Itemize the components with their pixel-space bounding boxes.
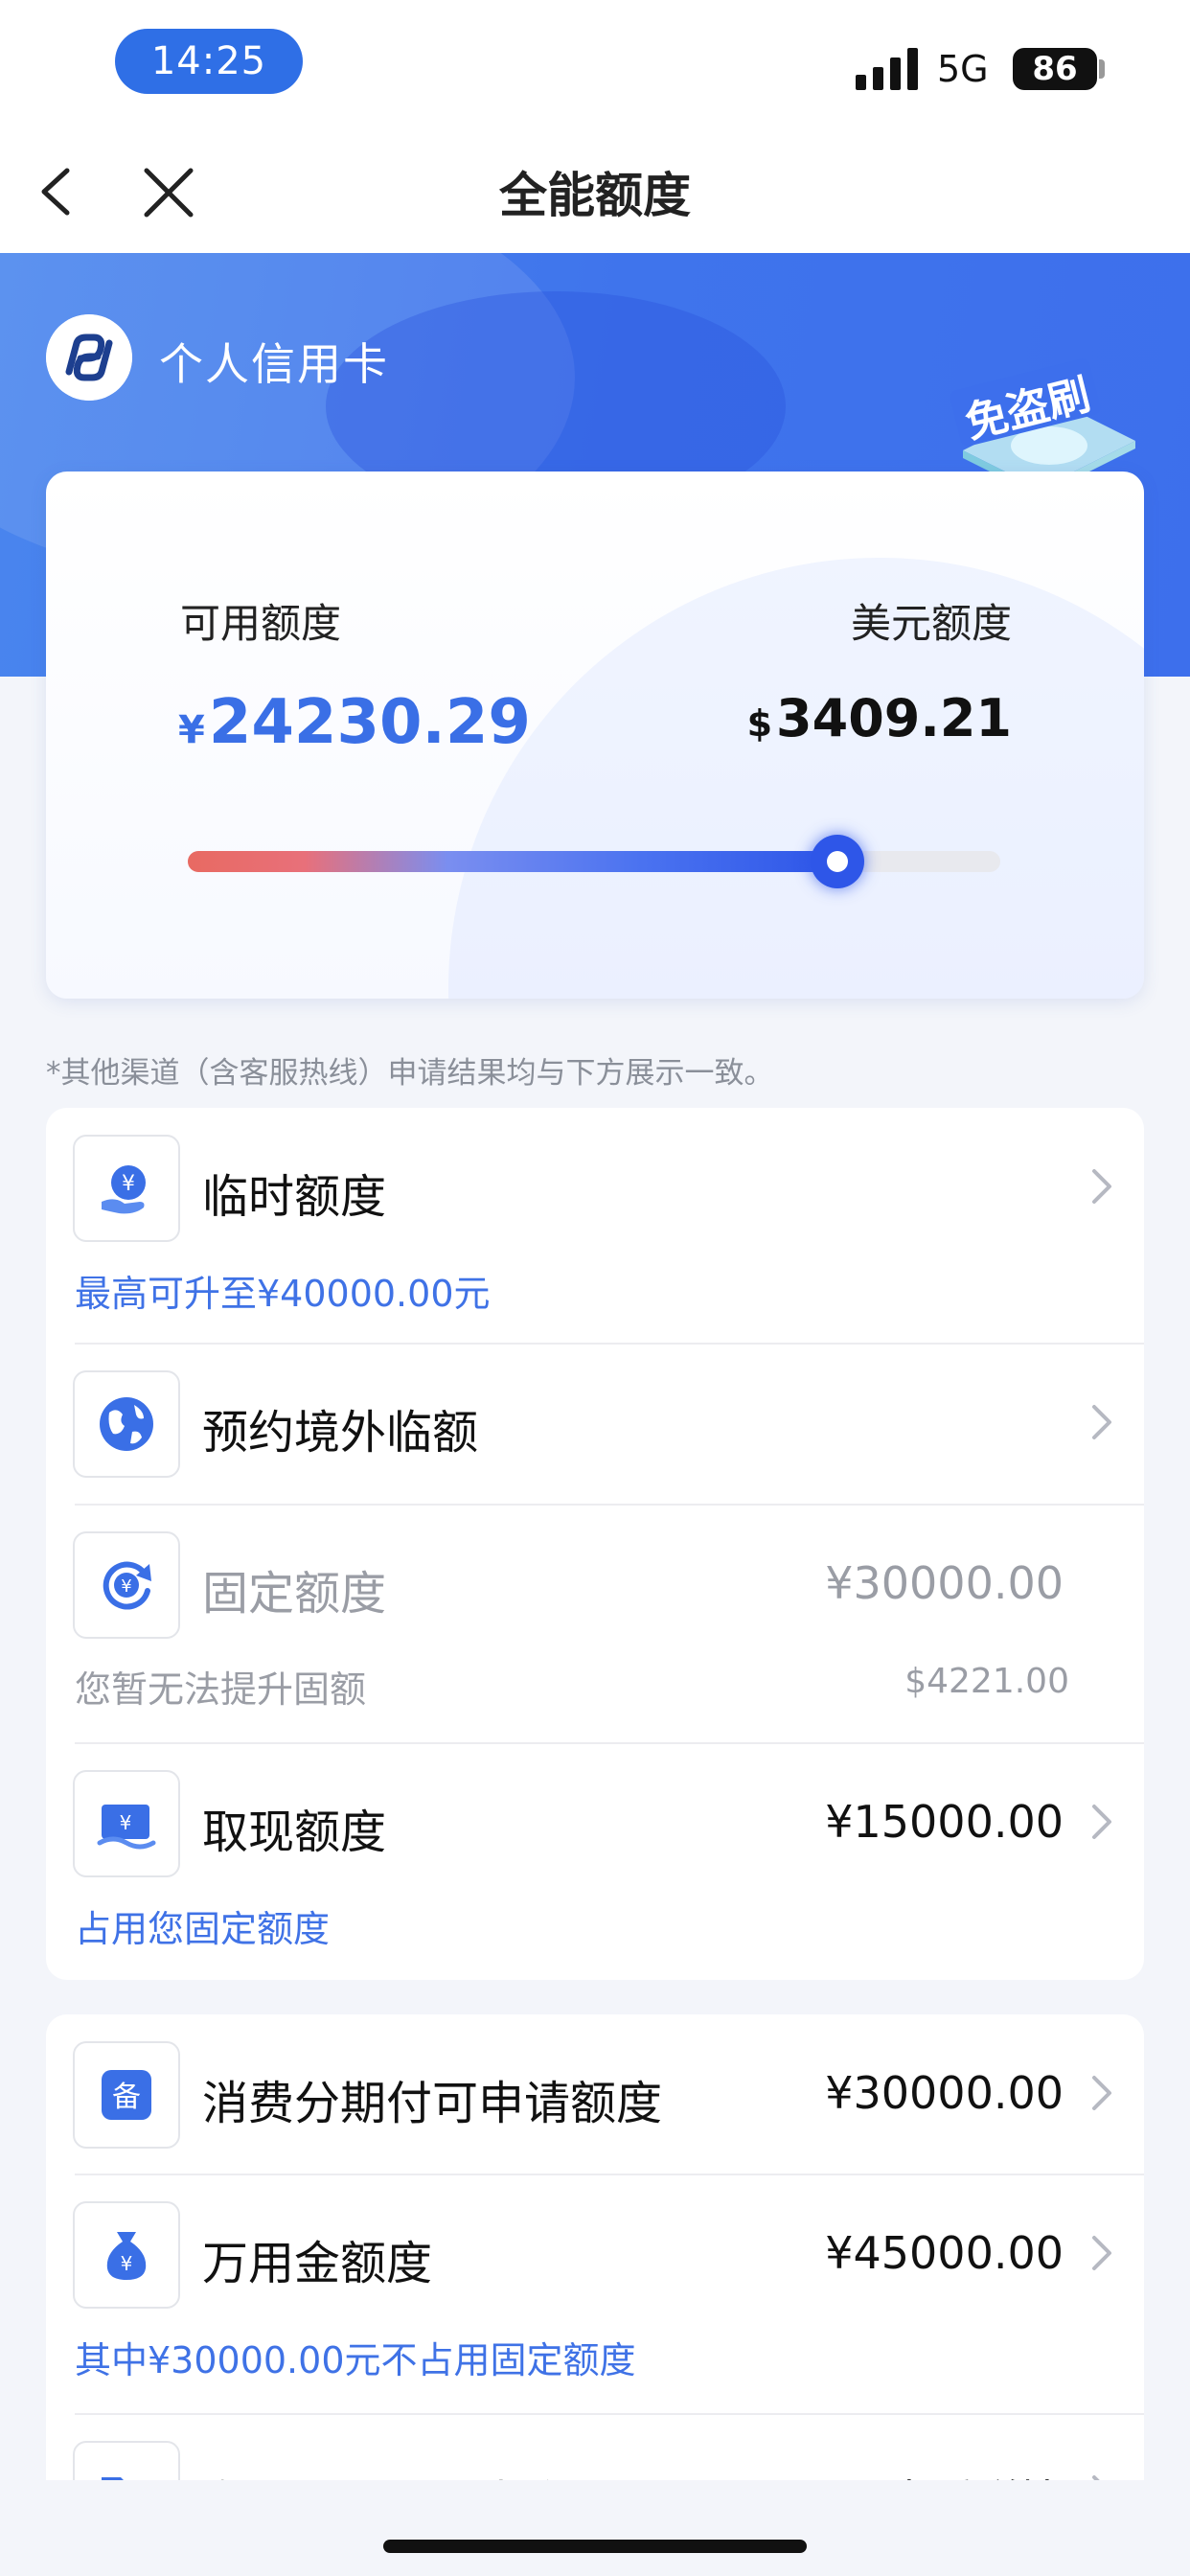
cash-quota-sub: 占用您固定额度 <box>75 1908 331 1950</box>
usd-currency: $ <box>746 702 773 745</box>
quota-progress-knob <box>811 835 865 888</box>
home-indicator[interactable] <box>383 2540 807 2553</box>
fixed-quota-usd: $4221.00 <box>904 1662 1069 1701</box>
yuan-hand-icon: ¥ <box>73 1135 180 1242</box>
battery-icon: 86 <box>1013 48 1097 90</box>
available-amount: ¥24230.29 <box>178 687 531 758</box>
bank-logo-icon <box>46 314 132 401</box>
usd-label: 美元额度 <box>850 600 1012 647</box>
battery-tip <box>1099 59 1105 79</box>
network-type: 5G <box>937 48 989 90</box>
signal-icon <box>856 48 918 90</box>
chevron-right-icon <box>1092 2236 1111 2270</box>
status-time: 14:25 <box>115 29 303 94</box>
card-decor <box>448 558 1144 999</box>
fixed-quota-value: ¥30000.00 <box>825 1557 1064 1609</box>
card-name: 个人信用卡 <box>159 338 389 390</box>
wanyong-quota-row[interactable]: ¥ 万用金额度 ¥45000.00 其中¥30000.00元不占用固定额度 <box>46 2175 1144 2413</box>
temp-quota-row[interactable]: ¥ 临时额度 最高可升至¥40000.00元 <box>46 1108 1144 1343</box>
wanyong-quota-title: 万用金额度 <box>202 2237 433 2290</box>
installment-quota-title: 消费分期付可申请额度 <box>202 2077 663 2130</box>
fixed-quota-title: 固定额度 <box>202 1567 387 1621</box>
temp-quota-sub[interactable]: 最高可升至¥40000.00元 <box>75 1264 491 1317</box>
nav-bar: 全能额度 <box>0 125 1190 253</box>
quota-progress-track <box>188 835 1000 888</box>
overseas-quota-row[interactable]: 预约境外临额 <box>46 1345 1144 1504</box>
svg-text:¥: ¥ <box>120 1811 132 1834</box>
money-bag-icon: ¥ <box>73 2201 180 2309</box>
temp-quota-title: 临时额度 <box>202 1170 387 1224</box>
quota-list-secondary: 备 消费分期付可申请额度 ¥30000.00 ¥ 万用金额度 ¥45000.00… <box>46 2014 1144 2551</box>
globe-icon <box>73 1370 180 1478</box>
installment-quota-value: ¥30000.00 <box>825 2067 1064 2119</box>
quota-progress-fill <box>188 851 838 872</box>
quota-card: 可用额度 美元额度 ¥24230.29 $3409.21 <box>46 472 1144 999</box>
chevron-right-icon <box>1092 1169 1111 1204</box>
available-label: 可用额度 <box>180 600 342 647</box>
yuan-banknote-icon: ¥ <box>73 1770 180 1877</box>
svg-text:备: 备 <box>112 2081 141 2114</box>
page-title: 全能额度 <box>499 168 691 223</box>
cash-quota-title: 取现额度 <box>202 1806 387 1859</box>
cash-quota-value: ¥15000.00 <box>825 1796 1064 1848</box>
channel-notice: *其他渠道（含客服热线）申请结果均与下方展示一致。 <box>46 1056 774 1091</box>
fixed-quota-row: ¥ 固定额度 ¥30000.00 您暂无法提升固额 $4221.00 <box>46 1506 1144 1742</box>
quota-list-primary: ¥ 临时额度 最高可升至¥40000.00元 预约境外临额 ¥ 固定额度 ¥30… <box>46 1108 1144 1980</box>
home-indicator-area <box>0 2480 1190 2576</box>
cash-quota-row[interactable]: ¥ 取现额度 ¥15000.00 占用您固定额度 <box>46 1744 1144 1980</box>
svg-text:¥: ¥ <box>121 1576 131 1597</box>
wanyong-quota-sub: 其中¥30000.00元不占用固定额度 <box>75 2339 636 2381</box>
fixed-quota-sub: 您暂无法提升固额 <box>75 1668 367 1711</box>
svg-text:¥: ¥ <box>121 2252 133 2275</box>
installment-quota-row[interactable]: 备 消费分期付可申请额度 ¥30000.00 <box>46 2014 1144 2174</box>
svg-text:¥: ¥ <box>122 1172 135 1196</box>
chevron-right-icon <box>1092 2076 1111 2110</box>
usd-amount: $3409.21 <box>747 688 1012 748</box>
chevron-right-icon <box>1092 1805 1111 1839</box>
chevron-right-icon <box>1092 1405 1111 1439</box>
bei-badge-icon: 备 <box>73 2041 180 2149</box>
status-bar: 14:25 5G 86 <box>0 0 1190 125</box>
yuan-cycle-icon: ¥ <box>73 1531 180 1639</box>
wanyong-quota-value: ¥45000.00 <box>825 2227 1064 2279</box>
available-value: 24230.29 <box>208 687 531 758</box>
usd-value: 3409.21 <box>776 688 1012 748</box>
available-currency: ¥ <box>178 708 205 752</box>
overseas-quota-title: 预约境外临额 <box>202 1406 479 1460</box>
